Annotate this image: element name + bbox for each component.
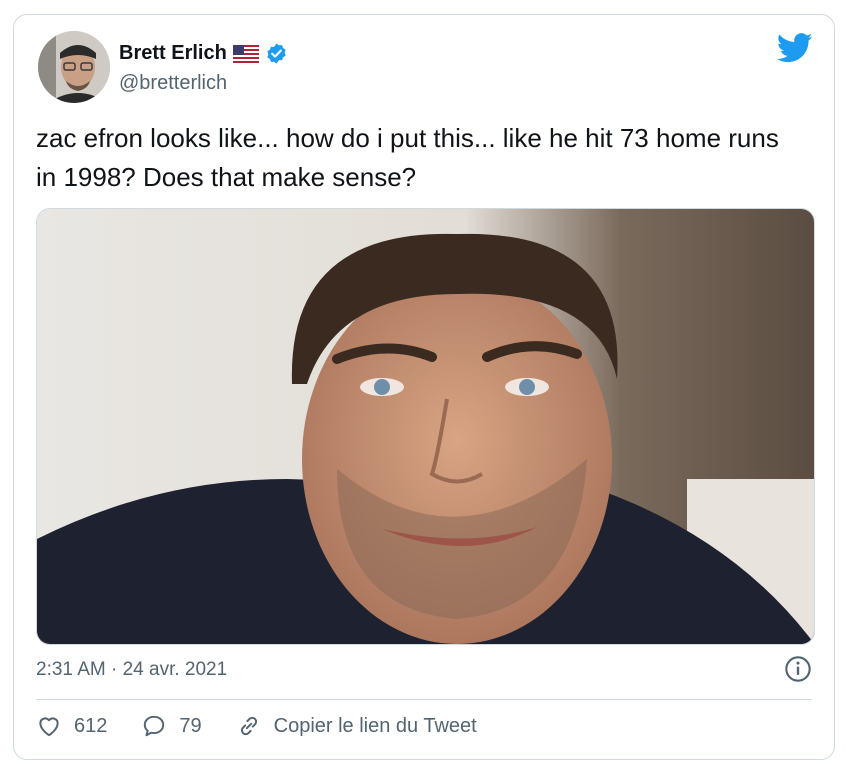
copy-link-label: Copier le lien du Tweet (273, 714, 477, 737)
like-count: 612 (74, 714, 108, 737)
verified-badge-icon (267, 43, 286, 64)
like-button[interactable]: 612 (36, 713, 107, 739)
author-handle[interactable]: @bretterlich (119, 72, 227, 95)
tweet-card: Brett Erlich @bretterlich zac efron look… (13, 14, 835, 760)
author-name-row: Brett Erlich (119, 42, 288, 65)
reply-count: 79 (179, 714, 202, 737)
link-icon (240, 716, 257, 736)
us-flag-icon (232, 44, 259, 63)
avatar[interactable] (38, 31, 110, 103)
copy-link-button[interactable]: Copier le lien du Tweet (236, 713, 477, 739)
author-name[interactable]: Brett Erlich (119, 42, 227, 65)
heart-icon (39, 717, 59, 737)
info-icon[interactable] (784, 655, 812, 683)
photo-portrait (37, 209, 814, 644)
divider (36, 699, 812, 700)
tweet-text: zac efron looks like... how do i put thi… (36, 123, 779, 192)
tweet-actions: 612 79 Copier le lien du Tweet (36, 713, 511, 739)
avatar-photo (38, 31, 110, 103)
twitter-bird-icon[interactable] (777, 33, 813, 63)
tweet-photo[interactable] (36, 208, 815, 645)
speech-bubble-icon (144, 715, 165, 737)
tweet-timestamp[interactable]: 2:31 AM · 24 avr. 2021 (36, 659, 227, 681)
reply-button[interactable]: 79 (141, 713, 202, 739)
